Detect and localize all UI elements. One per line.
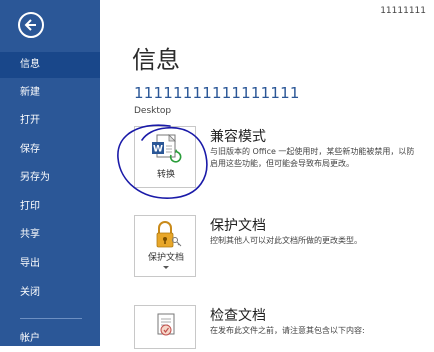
compatibility-description-line2: 启用这些功能，但可能会导致布局更改。 <box>210 159 354 168</box>
sidebar-divider <box>20 318 82 319</box>
inspect-description: 在发布此文件之前，请注意其包含以下内容: <box>210 326 365 335</box>
convert-button-label: 转换 <box>156 170 175 180</box>
compatibility-title: 兼容模式 <box>210 129 266 145</box>
back-arrow-icon <box>24 19 36 31</box>
sidebar-item-share[interactable]: 共享 <box>0 222 100 248</box>
sidebar-item-close[interactable]: 关闭 <box>0 280 100 306</box>
protect-document-label: 保护文档 <box>147 253 184 263</box>
sidebar-item-export[interactable]: 导出 <box>0 251 100 277</box>
lock-key-icon <box>156 221 182 248</box>
sidebar-item-save[interactable]: 保存 <box>0 137 100 163</box>
svg-text:W: W <box>153 145 163 155</box>
sidebar-item-info[interactable]: 信息 <box>0 52 100 78</box>
sidebar-item-open[interactable]: 打开 <box>0 108 100 134</box>
backstage-sidebar: 信息 新建 打开 保存 另存为 打印 共享 导出 关闭 帐户 <box>0 0 100 346</box>
document-title: 11111111111111111 <box>134 84 300 102</box>
dropdown-arrow-icon <box>163 266 169 269</box>
protect-document-button[interactable]: 保护文档 <box>134 215 196 277</box>
compatibility-description: 与旧版本的 Office 一起使用时，某些新功能被禁用，以防 启用这些功能，但可… <box>210 146 434 170</box>
convert-button[interactable]: W 转换 <box>134 126 196 188</box>
user-name[interactable]: 11111111 <box>380 6 426 16</box>
sidebar-item-new[interactable]: 新建 <box>0 80 100 106</box>
sidebar-item-save-as[interactable]: 另存为 <box>0 165 100 191</box>
protect-section: 保护文档 保护文档 控制其他人可以对此文档所做的更改类型。 <box>134 215 434 285</box>
page-title: 信息 <box>132 46 180 74</box>
back-button[interactable] <box>18 12 44 38</box>
inspect-title: 检查文档 <box>210 308 266 324</box>
compatibility-section: W 转换 兼容模式 与旧版本的 Office 一起使用时，某些新功能被禁用，以防… <box>134 126 434 196</box>
inspect-document-icon <box>157 313 175 336</box>
sidebar-item-account[interactable]: 帐户 <box>0 326 100 352</box>
check-for-issues-button[interactable] <box>134 305 196 349</box>
word-convert-icon: W <box>152 134 182 163</box>
protect-title: 保护文档 <box>210 218 266 234</box>
document-path[interactable]: Desktop <box>134 106 171 116</box>
sidebar-item-print[interactable]: 打印 <box>0 194 100 220</box>
protect-description: 控制其他人可以对此文档所做的更改类型。 <box>210 236 362 245</box>
inspect-section: 检查文档 在发布此文件之前，请注意其包含以下内容: <box>134 305 434 349</box>
compatibility-description-line1: 与旧版本的 Office 一起使用时，某些新功能被禁用，以防 <box>210 147 415 156</box>
